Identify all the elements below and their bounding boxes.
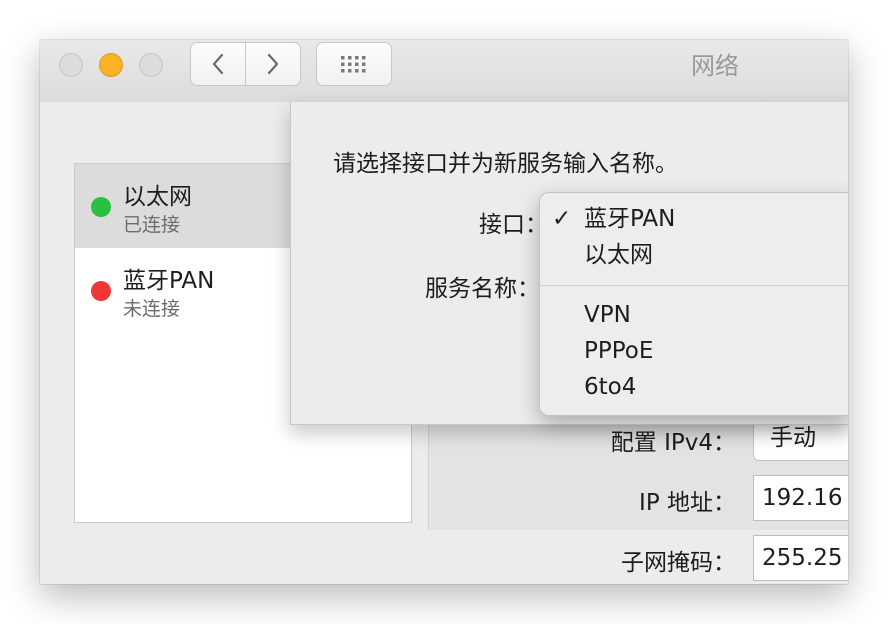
network-preferences-window: 网络 以太网 已连接 蓝牙PAN 未连接 配置 IPv4： 手动 IP 地址： …	[40, 40, 848, 584]
status-dot-icon	[91, 281, 111, 301]
subnet-mask-field[interactable]: 255.25	[753, 535, 848, 581]
chevron-left-icon	[212, 53, 224, 75]
zoom-button[interactable]	[139, 53, 163, 77]
menu-item-bluetooth-pan[interactable]: 蓝牙PAN	[584, 203, 675, 235]
close-button[interactable]	[59, 53, 83, 77]
back-button[interactable]	[190, 42, 246, 86]
menu-item-vpn[interactable]: VPN	[584, 299, 631, 331]
menu-item-ethernet[interactable]: 以太网	[584, 239, 653, 271]
window-title: 网络	[691, 52, 739, 80]
interface-dropdown-menu: ✓ 蓝牙PAN 以太网 VPN PPPoE 6to4	[539, 192, 848, 416]
ip-address-field[interactable]: 192.16	[753, 475, 848, 521]
service-status: 未连接	[123, 298, 181, 320]
service-name-label: 服务名称：	[425, 276, 540, 302]
show-all-button[interactable]	[316, 42, 392, 86]
status-dot-icon	[91, 197, 111, 217]
forward-button[interactable]	[245, 42, 301, 86]
grid-icon	[341, 56, 366, 73]
sheet-prompt: 请选择接口并为新服务输入名称。	[333, 151, 678, 177]
configure-ipv4-label: 配置 IPv4：	[610, 430, 736, 456]
ip-address-label: IP 地址：	[639, 490, 736, 516]
menu-item-6to4[interactable]: 6to4	[584, 371, 636, 403]
menu-item-pppoe[interactable]: PPPoE	[584, 335, 653, 367]
chevron-right-icon	[267, 53, 279, 75]
subnet-mask-label: 子网掩码：	[621, 550, 736, 576]
minimize-button[interactable]	[99, 53, 123, 77]
title-bar: 网络	[40, 40, 848, 103]
menu-separator	[540, 285, 848, 286]
service-name: 以太网	[123, 184, 192, 210]
interface-label: 接口：	[479, 212, 548, 238]
service-status: 已连接	[123, 214, 181, 236]
checkmark-icon: ✓	[552, 206, 572, 232]
service-name: 蓝牙PAN	[123, 268, 215, 294]
